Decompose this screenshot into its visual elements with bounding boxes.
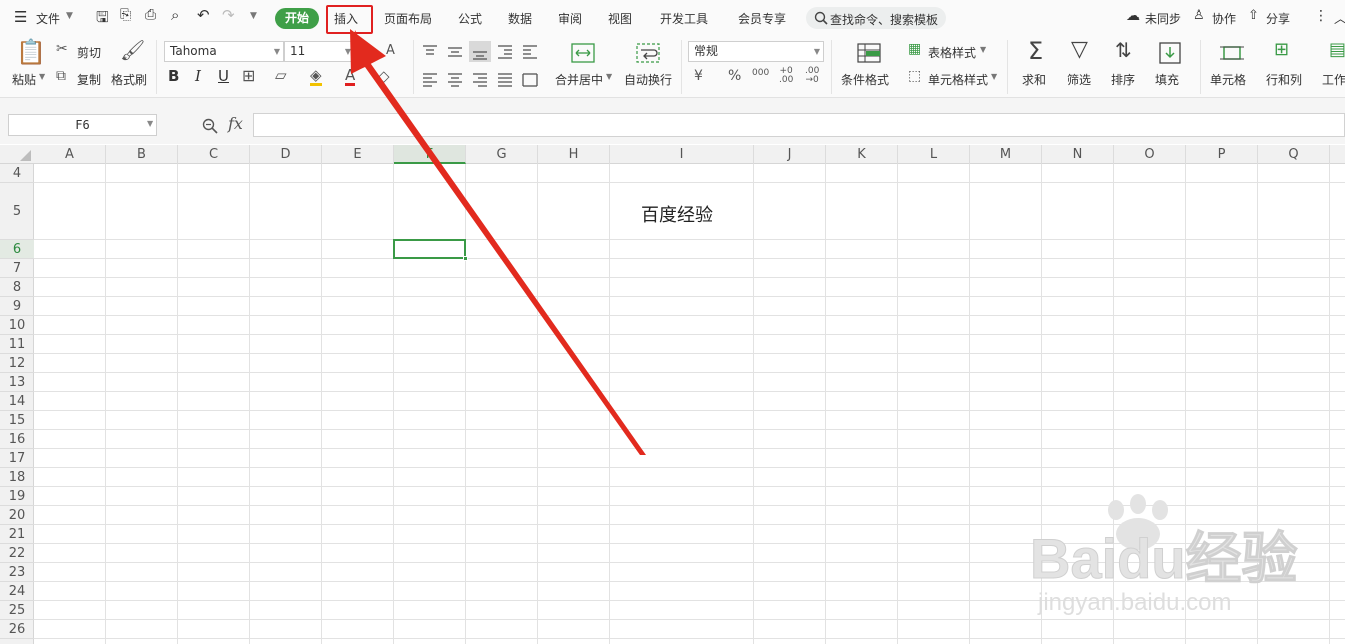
annotation-arrow [350, 29, 646, 455]
